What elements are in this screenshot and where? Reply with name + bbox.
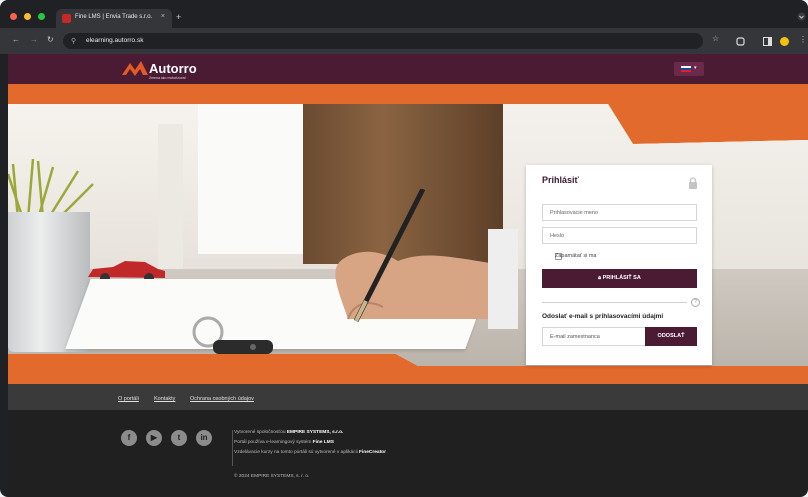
brand-name: Autorro [149,61,197,76]
footer-created-by: Vytvorené spoločnosťou EMPIRE SYSTEMS, s… [234,430,344,435]
reload-icon[interactable]: ↻ [47,36,54,44]
chevron-down-icon: ▾ [694,65,697,71]
browser-menu-icon[interactable]: ⋮ [799,36,807,44]
new-tab-button[interactable]: + [176,13,181,22]
password-placeholder: Heslo [550,233,565,239]
help-icon[interactable]: ? [691,298,700,307]
password-input[interactable]: Heslo [542,227,697,244]
divider [542,302,687,303]
email-placeholder: E-mail zamestnanca [550,334,600,340]
login-button-label: PRIHLÁSIŤ SA [602,275,641,281]
slovak-flag-icon [681,66,691,72]
forward-icon[interactable]: → [30,36,38,44]
logo-mark-icon [122,61,148,76]
plant-leaves-icon [8,159,94,219]
send-button[interactable]: ODOSLAŤ [645,327,697,346]
footer-creator-info: Vzdelávacie kurzy na tomto portáli sú vy… [234,450,386,455]
twitter-icon[interactable]: t [171,430,187,446]
tab-close-icon[interactable]: × [161,13,165,20]
car-keys-icon [192,316,273,354]
employee-email-input[interactable]: E-mail zamestnanca [542,327,646,346]
language-selector[interactable]: ▾ [674,62,704,76]
sidepanel-icon[interactable] [763,37,772,46]
username-input[interactable]: Prihlasovacie meno [542,204,697,221]
browser-window: Fine LMS | Envia Trade s.r.o. × + ← → ↻ … [0,0,808,497]
site-info-icon[interactable]: ⚲ [71,37,76,45]
facebook-icon[interactable]: f [121,430,137,446]
tab-title: Fine LMS | Envia Trade s.r.o. [75,14,153,20]
footer-lms-info: Portál používa e-learningový systém Fine… [234,440,334,445]
send-credentials-label: Odoslať e-mail s prihlasovacími údajmi [542,313,664,320]
writing-hand-icon [335,189,518,329]
bookmark-star-icon[interactable]: ☆ [712,35,719,43]
hero-banner: Prihlásiť Prihlasovacie meno Heslo Zapam… [8,84,808,384]
youtube-icon[interactable]: ▶ [146,430,162,446]
lock-icon [689,177,697,189]
browser-toolbar: ← → ↻ ⚲ elearning.autorro.sk ☆ ⋮ [0,28,808,54]
footer-links-bar: O portáli Kontakty Ochrana osobných údaj… [8,384,808,410]
username-placeholder: Prihlasovacie meno [550,210,598,216]
linkedin-icon[interactable]: in [196,430,212,446]
link-about-portal[interactable]: O portáli [118,396,139,402]
extensions-icon[interactable] [736,37,745,46]
brand-tagline: Zmena ako motorizovat [149,76,186,80]
login-title: Prihlásiť [542,175,579,185]
browser-tab[interactable]: Fine LMS | Envia Trade s.r.o. × [56,9,172,28]
footer-copyright: © 2024 EMPIRE SYSTEMS, s. r. o. [234,474,310,479]
footer-divider [232,430,233,466]
autorro-logo[interactable]: Autorro Zmena ako motorizovat [122,60,197,80]
tab-search-icon[interactable] [797,12,806,21]
maximize-window-button[interactable] [38,13,45,20]
profile-avatar-icon[interactable] [780,37,789,46]
login-button[interactable]: 🔒︎ PRIHLÁSIŤ SA [542,269,697,288]
remember-me-label: Zapamätať si ma [555,253,597,259]
login-panel: Prihlásiť Prihlasovacie meno Heslo Zapam… [526,165,712,365]
site-footer: f ▶ t in Vytvorené spoločnosťou EMPIRE S… [8,410,808,497]
favicon-icon [62,14,71,23]
minimize-window-button[interactable] [24,13,31,20]
link-contacts[interactable]: Kontakty [154,396,175,402]
url-text: elearning.autorro.sk [86,37,144,44]
site-header: Autorro Zmena ako motorizovat ▾ [8,54,808,84]
back-icon[interactable]: ← [12,36,20,44]
tab-strip: Fine LMS | Envia Trade s.r.o. × + [0,0,808,28]
close-window-button[interactable] [10,13,17,20]
link-privacy[interactable]: Ochrana osobných údajov [190,396,254,402]
web-page: Autorro Zmena ako motorizovat ▾ Prihlási… [8,54,808,497]
address-bar[interactable]: ⚲ elearning.autorro.sk [63,33,703,49]
